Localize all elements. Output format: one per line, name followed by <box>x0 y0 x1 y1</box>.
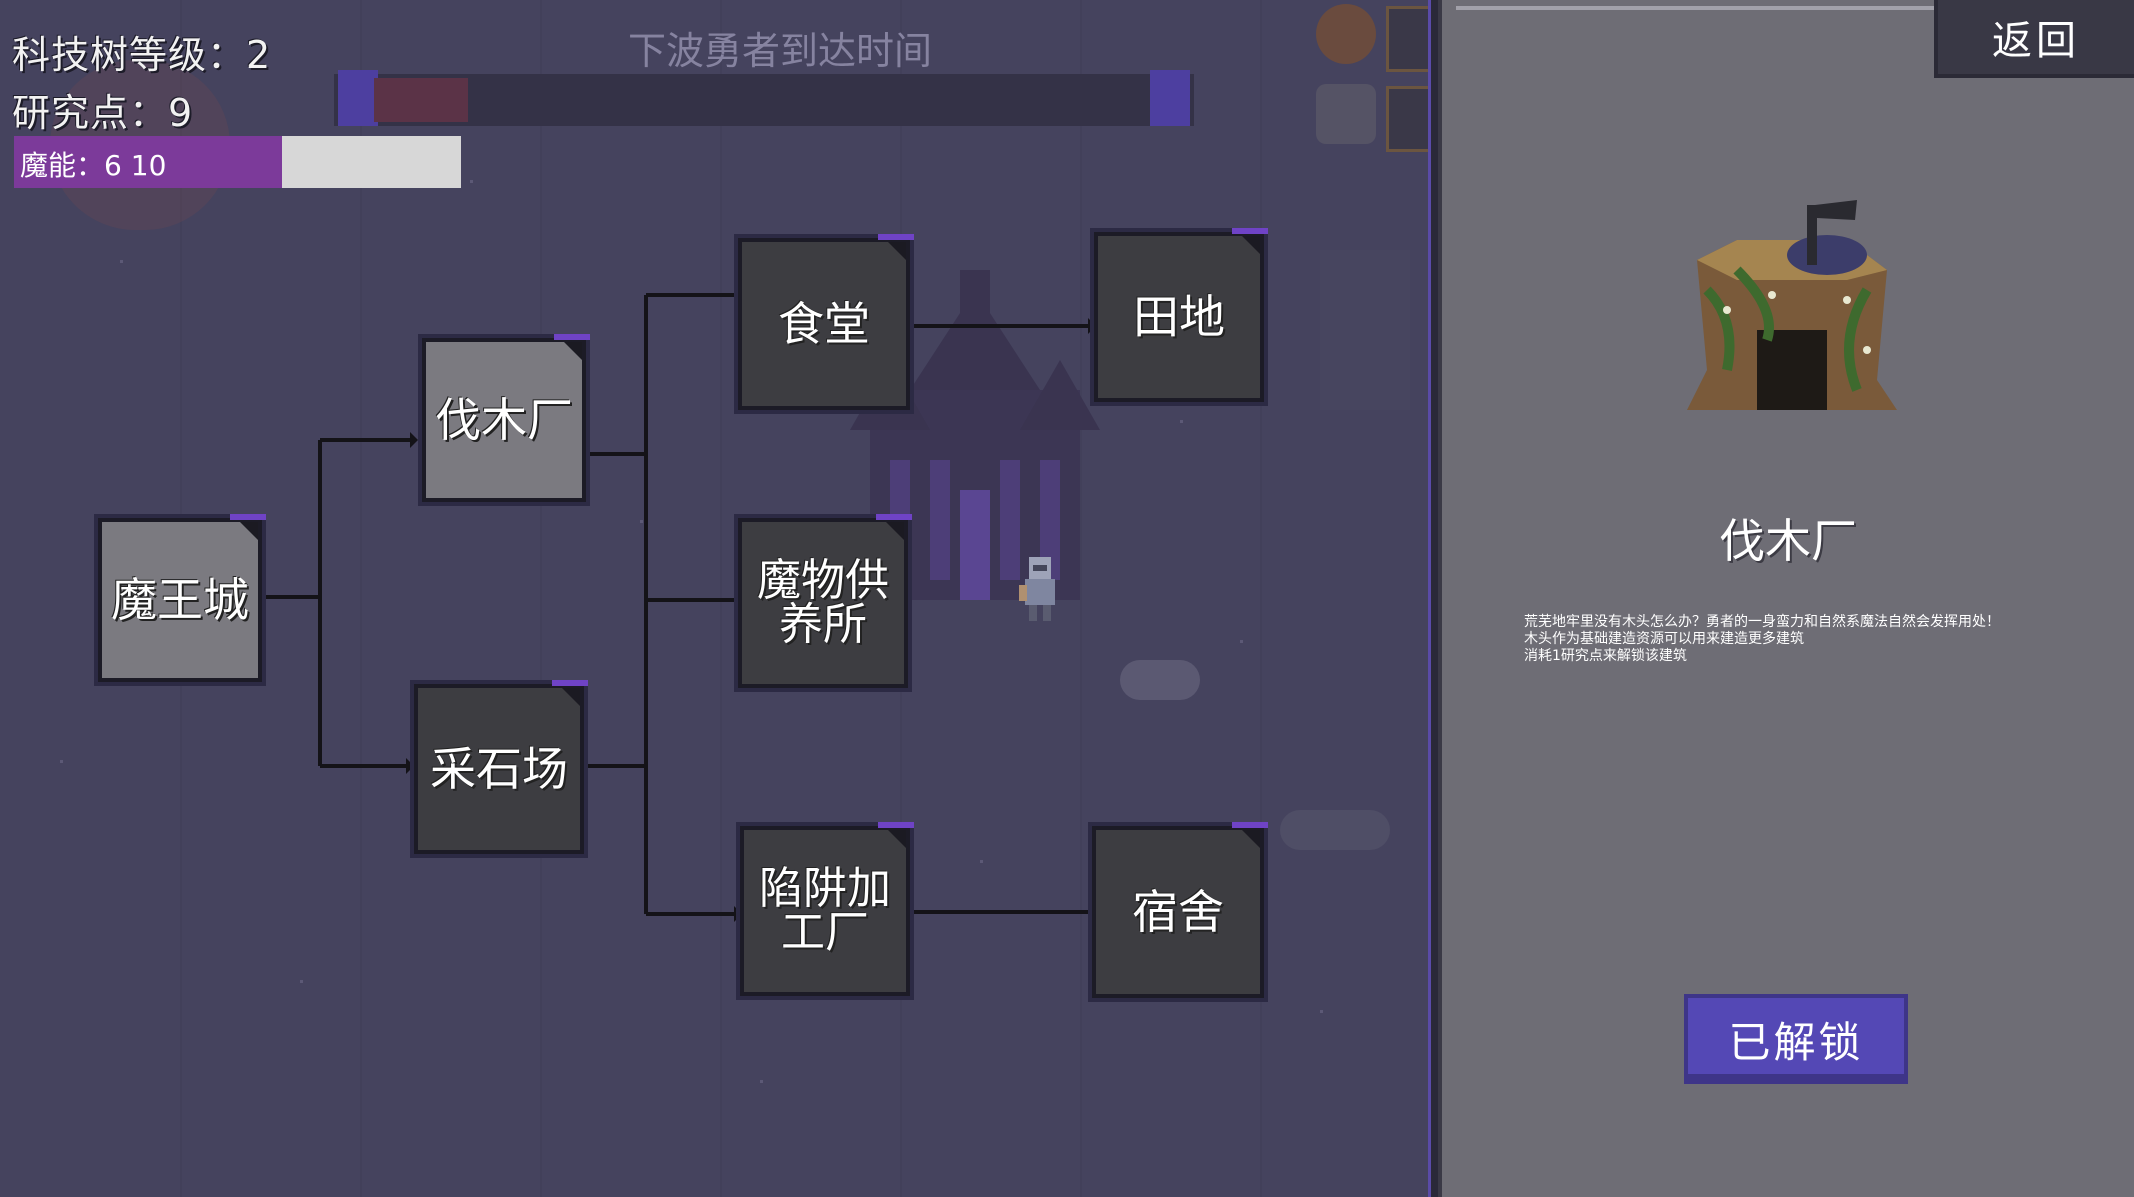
panel-top-line <box>1456 6 1936 10</box>
back-button[interactable]: 返回 <box>1934 0 2134 78</box>
tech-node-label: 魔物供养所 <box>757 555 889 650</box>
description-line: 木头作为基础建造资源可以用来建造更多建筑 <box>1524 631 1804 647</box>
tech-node-dormitory[interactable]: 宿舍 <box>1088 822 1268 1002</box>
lumber-mill-stump-icon <box>1687 200 1897 410</box>
tech-node-label: 陷阱加工厂 <box>759 863 891 958</box>
tech-node-canteen[interactable]: 食堂 <box>734 234 914 414</box>
tech-node-label: 采石场 <box>430 742 568 796</box>
unlock-status-button[interactable]: 已解锁 <box>1684 994 1908 1084</box>
building-name: 伐木厂 <box>1719 514 1857 568</box>
tech-node-label: 田地 <box>1133 290 1225 344</box>
game-screen: 科技树等级：2 研究点：9 魔能：6 10 下波勇者到达时间 魔王城 伐木厂 采… <box>0 0 2134 1197</box>
tech-node-label: 宿舍 <box>1132 885 1224 939</box>
building-detail-panel: 返回 伐木厂 荒芜地牢里没有木头怎么办？勇者的一身蛮力和自然系魔法自然会发挥用处… <box>1438 0 2134 1197</box>
tech-node-label: 魔王城 <box>111 573 249 627</box>
tech-node-quarry[interactable]: 采石场 <box>410 680 588 858</box>
tech-node-label: 食堂 <box>778 297 870 351</box>
tech-node-trap-workshop[interactable]: 陷阱加工厂 <box>736 822 914 1000</box>
tech-node-demon-castle[interactable]: 魔王城 <box>94 514 266 686</box>
description-line: 消耗1研究点来解锁该建筑 <box>1524 648 1687 664</box>
tech-node-monster-supply[interactable]: 魔物供养所 <box>734 514 912 692</box>
description-line: 荒芜地牢里没有木头怎么办？勇者的一身蛮力和自然系魔法自然会发挥用处！ <box>1524 614 2000 630</box>
tech-node-label: 伐木厂 <box>435 393 573 447</box>
tech-node-farmland[interactable]: 田地 <box>1090 228 1268 406</box>
panel-divider <box>1428 0 1438 1197</box>
tech-node-lumber-mill[interactable]: 伐木厂 <box>418 334 590 506</box>
building-description: 荒芜地牢里没有木头怎么办？勇者的一身蛮力和自然系魔法自然会发挥用处！ 木头作为基… <box>1524 614 2084 665</box>
